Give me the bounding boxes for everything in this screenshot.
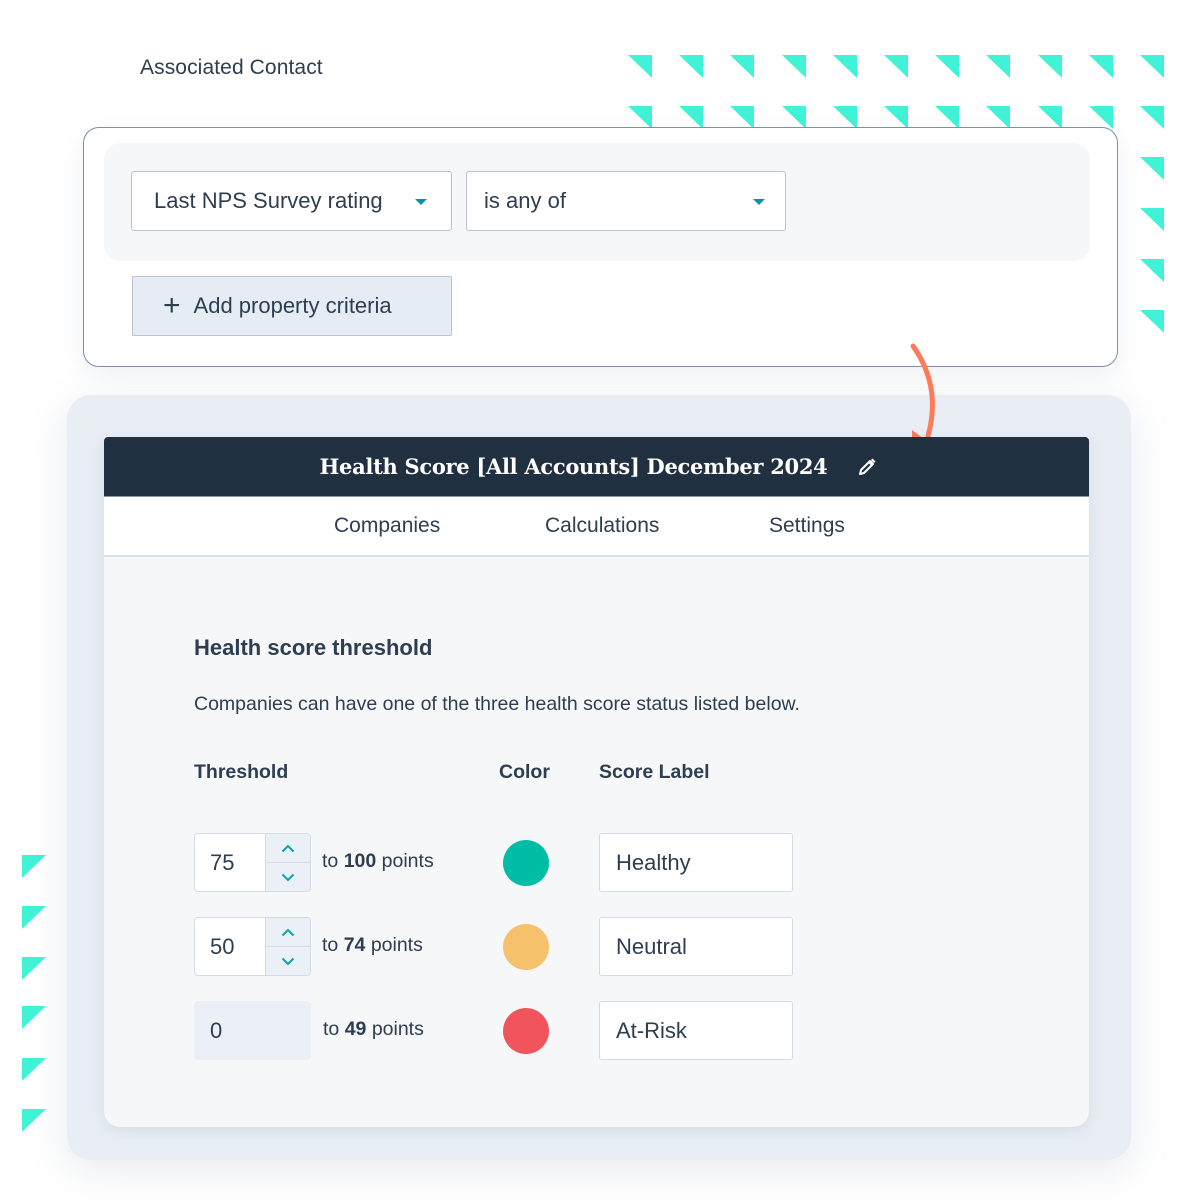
triangle-icon (782, 106, 806, 129)
range-suffix: points (371, 1018, 424, 1040)
column-header-score-label: Score Label (599, 761, 710, 783)
section-title: Health score threshold (194, 635, 433, 660)
tab-bar: Companies Calculations Settings (104, 496, 1089, 557)
filter-card: Last NPS Survey rating is any of + Add p… (83, 127, 1118, 367)
range-suffix: points (370, 934, 423, 956)
triangle-icon (22, 855, 46, 878)
property-select-value: Last NPS Survey rating (154, 188, 383, 213)
associated-contact-label: Associated Contact (140, 56, 323, 79)
tab-companies[interactable]: Companies (334, 514, 440, 538)
status-color-dot[interactable] (503, 1008, 549, 1054)
triangle-icon (1140, 106, 1164, 129)
triangle-icon (1038, 55, 1062, 78)
threshold-range-text: to 49 points (323, 1018, 424, 1041)
chevron-up-icon[interactable] (266, 918, 310, 946)
quantity-stepper (265, 834, 310, 891)
threshold-max-value: 100 (343, 850, 377, 872)
threshold-max-value: 49 (344, 1018, 367, 1040)
triangle-icon (628, 55, 652, 78)
add-property-criteria-button[interactable]: + Add property criteria (132, 276, 452, 336)
health-score-title: Health Score [All Accounts] December 202… (319, 454, 828, 479)
triangle-icon (22, 1058, 46, 1081)
chevron-up-icon[interactable] (266, 834, 310, 862)
triangle-icon (1140, 208, 1164, 231)
health-score-card: Health Score [All Accounts] December 202… (104, 437, 1089, 1127)
threshold-range-text: to 74 points (322, 934, 423, 957)
score-label-input[interactable]: Healthy (599, 833, 793, 892)
score-label-input[interactable]: At-Risk (599, 1001, 793, 1060)
triangle-icon (1140, 259, 1164, 282)
triangle-icon (833, 55, 857, 78)
operator-select-value: is any of (484, 188, 566, 213)
triangle-icon (935, 55, 959, 78)
caret-down-icon (753, 199, 765, 205)
triangle-icon (986, 55, 1010, 78)
pencil-icon[interactable] (857, 457, 877, 477)
filter-criteria-row: Last NPS Survey rating is any of (104, 143, 1090, 261)
threshold-max-value: 74 (343, 934, 366, 956)
threshold-min-value: 50 (210, 933, 235, 959)
threshold-min-value: 0 (210, 1017, 223, 1043)
triangle-icon (1089, 106, 1113, 129)
triangle-icon (884, 106, 908, 129)
threshold-min-input[interactable]: 75 (194, 833, 311, 892)
range-prefix: to (323, 1018, 340, 1040)
threshold-min-value: 75 (210, 849, 235, 875)
property-select[interactable]: Last NPS Survey rating (131, 171, 452, 231)
column-header-color: Color (499, 761, 550, 783)
triangle-icon (628, 106, 652, 129)
triangle-icon (730, 106, 754, 129)
range-prefix: to (322, 850, 339, 872)
triangle-icon (986, 106, 1010, 129)
triangle-icon (22, 906, 46, 929)
triangle-icon (679, 106, 703, 129)
column-header-threshold: Threshold (194, 761, 289, 783)
tab-calculations[interactable]: Calculations (545, 514, 659, 538)
status-color-dot[interactable] (503, 840, 549, 886)
triangle-icon (833, 106, 857, 129)
triangle-icon (1140, 310, 1164, 333)
section-description: Companies can have one of the three heal… (194, 693, 800, 715)
quantity-stepper (265, 918, 310, 975)
caret-down-icon (415, 199, 427, 205)
triangle-icon (1140, 55, 1164, 78)
threshold-row: 0 to 49 points At-Risk (104, 1001, 1089, 1061)
triangle-icon (679, 55, 703, 78)
range-prefix: to (322, 934, 339, 956)
tab-settings[interactable]: Settings (769, 514, 845, 538)
range-suffix: points (381, 850, 434, 872)
triangle-icon (1089, 55, 1113, 78)
status-color-dot[interactable] (503, 924, 549, 970)
threshold-row: 50 to 74 points Neutral (104, 917, 1089, 977)
threshold-min-input[interactable]: 50 (194, 917, 311, 976)
triangle-icon (1140, 157, 1164, 180)
threshold-row: 75 to 100 points Healthy (104, 833, 1089, 893)
triangle-icon (730, 55, 754, 78)
operator-select[interactable]: is any of (466, 171, 786, 231)
card-header: Health Score [All Accounts] December 202… (104, 437, 1089, 496)
triangle-icon (1038, 106, 1062, 129)
triangle-icon (884, 55, 908, 78)
chevron-down-icon[interactable] (266, 946, 310, 975)
triangle-icon (22, 1109, 46, 1132)
threshold-range-text: to 100 points (322, 850, 434, 873)
triangle-icon (22, 1006, 46, 1029)
plus-icon: + (163, 289, 181, 322)
threshold-min-input: 0 (194, 1001, 311, 1060)
score-label-input[interactable]: Neutral (599, 917, 793, 976)
triangle-icon (935, 106, 959, 129)
triangle-icon (22, 957, 46, 980)
add-property-criteria-label: Add property criteria (193, 293, 392, 318)
chevron-down-icon[interactable] (266, 862, 310, 891)
triangle-icon (782, 55, 806, 78)
